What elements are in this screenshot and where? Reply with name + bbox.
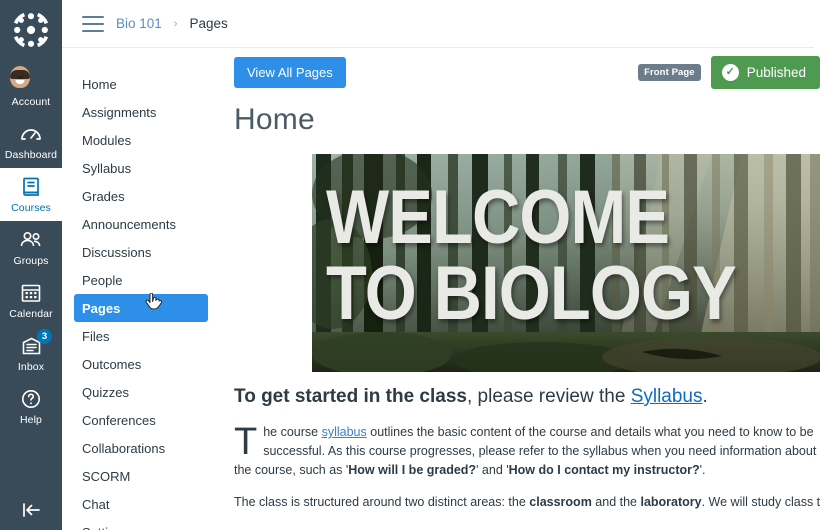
- p2-bold2: laboratory: [640, 495, 702, 509]
- course-nav-item-files[interactable]: Files: [74, 322, 208, 350]
- p2-bold1: classroom: [529, 495, 592, 509]
- drop-cap: T: [234, 421, 258, 463]
- welcome-banner-image: WELCOME TO BIOLOGY: [312, 154, 820, 372]
- canvas-app: Account Dashboard Courses Groups Calenda…: [0, 0, 820, 530]
- course-nav-item-grades[interactable]: Grades: [74, 182, 208, 210]
- breadcrumb: Bio 101 › Pages: [62, 0, 814, 48]
- dashboard-icon: [18, 121, 44, 147]
- course-nav-item-syllabus[interactable]: Syllabus: [74, 154, 208, 182]
- p1-part1: he course: [263, 425, 322, 439]
- course-nav-item-assignments[interactable]: Assignments: [74, 98, 208, 126]
- banner-text: WELCOME TO BIOLOGY: [326, 180, 737, 336]
- page-title: Home: [234, 103, 315, 136]
- course-nav-item-modules[interactable]: Modules: [74, 126, 208, 154]
- lead-rest: , please review the: [466, 386, 631, 407]
- avatar-icon: [10, 65, 44, 94]
- banner-wrapper: WELCOME TO BIOLOGY: [312, 154, 820, 372]
- course-nav-item-collaborations[interactable]: Collaborations: [74, 434, 208, 462]
- menu-hamburger-icon[interactable]: [82, 15, 104, 32]
- published-label: Published: [746, 64, 806, 80]
- global-nav-label: Inbox: [17, 361, 45, 373]
- course-nav-item-quizzes[interactable]: Quizzes: [74, 378, 208, 406]
- lead-end: .: [702, 386, 708, 407]
- p2-part3: . We will study class topics in d: [701, 495, 820, 509]
- course-nav-item-chat[interactable]: Chat: [74, 490, 208, 518]
- groups-people-icon: [18, 227, 44, 253]
- inbox-unread-badge: 3: [37, 329, 52, 344]
- global-nav-item-account[interactable]: Account: [0, 62, 62, 115]
- p2-part2: and the: [591, 495, 641, 509]
- global-nav-item-groups[interactable]: Groups: [0, 221, 62, 274]
- global-nav-item-courses[interactable]: Courses: [0, 168, 62, 221]
- view-all-pages-button[interactable]: View All Pages: [234, 56, 346, 88]
- check-circle-icon: ✓: [721, 63, 739, 81]
- courses-book-icon: [18, 174, 44, 200]
- p1-part3: ' and ': [476, 463, 509, 477]
- published-button[interactable]: ✓ Published: [710, 55, 820, 89]
- p2-part1: The class is structured around two disti…: [234, 495, 530, 509]
- course-navigation: Home Assignments Modules Syllabus Grades…: [62, 0, 220, 530]
- body-paragraph-2: The class is structured around two disti…: [234, 493, 820, 512]
- breadcrumb-course-link[interactable]: Bio 101: [116, 16, 162, 31]
- global-nav-item-calendar[interactable]: Calendar: [0, 274, 62, 327]
- course-nav-item-home[interactable]: Home: [74, 70, 208, 98]
- mouse-cursor-pointer: [145, 293, 162, 310]
- course-nav-item-discussions[interactable]: Discussions: [74, 238, 208, 266]
- course-nav-item-announcements[interactable]: Announcements: [74, 210, 208, 238]
- syllabus-link-heading[interactable]: Syllabus: [631, 386, 703, 407]
- p1-bold1: How will I be graded?: [348, 463, 477, 477]
- global-nav-label: Calendar: [9, 308, 53, 320]
- p1-part4: '.: [699, 463, 706, 477]
- p1-bold2: How do I contact my instructor?: [508, 463, 700, 477]
- front-page-badge: Front Page: [638, 63, 701, 81]
- global-navigation: Account Dashboard Courses Groups Calenda…: [0, 0, 62, 530]
- syllabus-link-inline[interactable]: syllabus: [322, 425, 367, 439]
- course-nav-item-scorm[interactable]: SCORM: [74, 462, 208, 490]
- main-content: Bio 101 › Pages View All Pages Front Pag…: [62, 0, 820, 530]
- global-nav-item-inbox[interactable]: 3 Inbox: [0, 327, 62, 380]
- global-nav-item-dashboard[interactable]: Dashboard: [0, 115, 62, 168]
- page-toolbar: View All Pages Front Page ✓ Published: [220, 48, 820, 96]
- body-paragraph-1: The course syllabus outlines the basic c…: [234, 423, 820, 480]
- global-nav-item-help[interactable]: Help: [0, 380, 62, 433]
- toolbar-right-group: Front Page ✓ Published: [638, 55, 820, 89]
- inbox-tray-icon: 3: [18, 329, 52, 359]
- help-question-icon: [18, 386, 44, 412]
- lead-bold: To get started in the class: [234, 386, 467, 407]
- banner-line-2: TO BIOLOGY: [326, 251, 737, 336]
- global-nav-label: Account: [11, 96, 51, 108]
- canvas-logo-icon[interactable]: [9, 8, 53, 52]
- calendar-icon: [18, 280, 44, 306]
- global-nav-label: Dashboard: [4, 149, 58, 161]
- banner-line-1: WELCOME: [326, 175, 670, 260]
- collapse-nav-icon[interactable]: [0, 490, 62, 530]
- course-nav-item-outcomes[interactable]: Outcomes: [74, 350, 208, 378]
- lead-paragraph: To get started in the class, please revi…: [234, 384, 820, 410]
- breadcrumb-separator: ›: [173, 17, 178, 30]
- course-nav-item-people[interactable]: People: [74, 266, 208, 294]
- global-nav-label: Groups: [13, 255, 49, 267]
- course-nav-item-pages[interactable]: Pages: [74, 294, 208, 322]
- course-nav-item-conferences[interactable]: Conferences: [74, 406, 208, 434]
- breadcrumb-current: Pages: [189, 16, 228, 31]
- page-content: Home WELCOME TO BIOLOGY To get started i…: [220, 96, 820, 512]
- global-nav-label: Courses: [11, 202, 51, 214]
- global-nav-label: Help: [20, 414, 42, 426]
- course-nav-item-settings[interactable]: Settings: [74, 518, 208, 530]
